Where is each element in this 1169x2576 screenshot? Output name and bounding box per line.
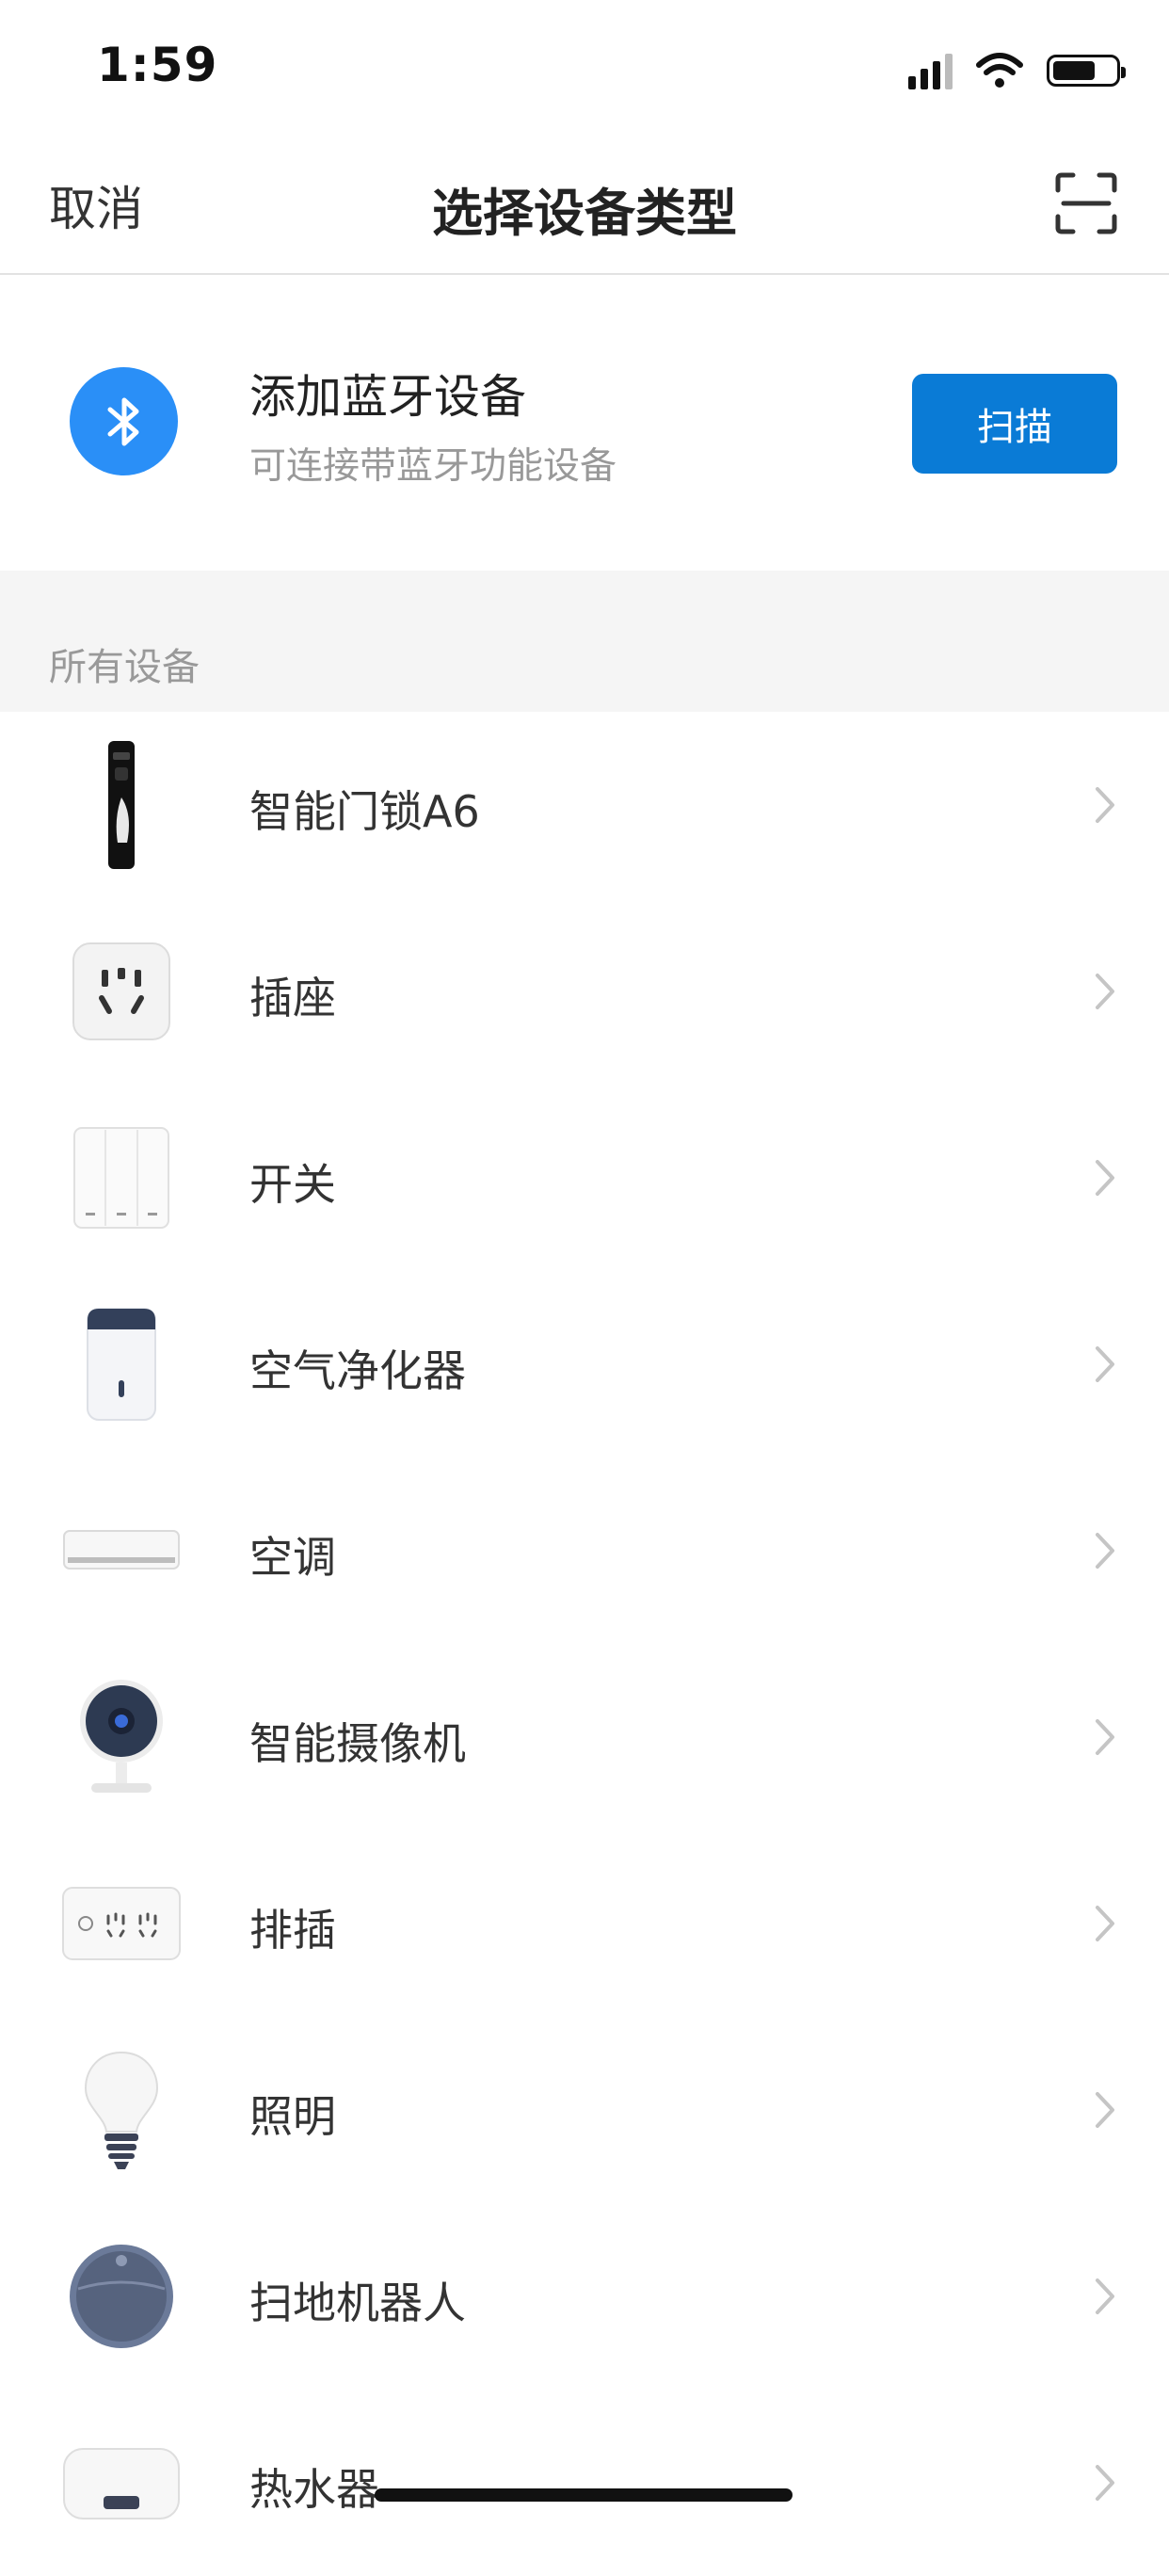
page-title: 选择设备类型: [432, 184, 737, 243]
bluetooth-add-section: 添加蓝牙设备 可连接带蓝牙功能设备 扫描: [0, 275, 1169, 571]
chevron-right-icon: [1096, 787, 1114, 823]
section-title: 所有设备: [49, 646, 200, 689]
device-name: 智能摄像机: [249, 1718, 466, 1769]
battery-icon: [1047, 55, 1126, 87]
status-icons: [908, 47, 1126, 94]
device-item-air-conditioner[interactable]: 空调: [0, 1457, 1169, 1644]
door-lock-icon: [60, 741, 183, 869]
status-time: 1:59: [97, 38, 218, 92]
device-name: 照明: [249, 2091, 336, 2142]
chevron-right-icon: [1096, 1160, 1114, 1196]
nav-bar: 取消 选择设备类型: [0, 141, 1169, 275]
chevron-right-icon: [1096, 1346, 1114, 1382]
device-item-socket[interactable]: 插座: [0, 898, 1169, 1085]
section-header: 所有设备: [0, 571, 1169, 712]
camera-icon: [60, 1676, 183, 1798]
device-item-camera[interactable]: 智能摄像机: [0, 1644, 1169, 1830]
chevron-right-icon: [1096, 2465, 1114, 2501]
device-item-power-strip[interactable]: 排插: [0, 1830, 1169, 2017]
chevron-right-icon: [1096, 974, 1114, 1009]
chevron-right-icon: [1096, 1719, 1114, 1755]
air-conditioner-icon: [60, 1489, 183, 1612]
chevron-right-icon: [1096, 2092, 1114, 2128]
status-bar: 1:59: [0, 0, 1169, 141]
home-indicator: [375, 2488, 793, 2502]
device-name: 扫地机器人: [249, 2278, 466, 2328]
chevron-right-icon: [1096, 2278, 1114, 2314]
wifi-icon: [976, 53, 1023, 88]
device-item-air-purifier[interactable]: 空气净化器: [0, 1271, 1169, 1457]
device-name: 热水器: [249, 2464, 379, 2515]
robot-vacuum-icon: [60, 2235, 183, 2358]
switch-icon: [60, 1117, 183, 1239]
chevron-right-icon: [1096, 1533, 1114, 1569]
device-name: 开关: [249, 1159, 336, 1210]
bluetooth-icon: [70, 367, 178, 475]
chevron-right-icon: [1096, 1906, 1114, 1941]
device-list: 智能门锁A6 插座 开关 空气净化器 空调 智能摄像机 排插 照明 扫地机器人 …: [0, 712, 1169, 2576]
device-name: 智能门锁A6: [249, 786, 480, 837]
scan-button[interactable]: 扫描: [912, 374, 1117, 474]
device-item-robot-vacuum[interactable]: 扫地机器人: [0, 2203, 1169, 2390]
device-item-lighting[interactable]: 照明: [0, 2017, 1169, 2203]
scan-frame-icon[interactable]: [1052, 169, 1120, 237]
water-heater-icon: [60, 2422, 183, 2544]
bulb-icon: [60, 2049, 183, 2171]
bluetooth-title: 添加蓝牙设备: [249, 370, 527, 424]
device-name: 排插: [249, 1905, 336, 1956]
device-name: 空调: [249, 1532, 336, 1583]
air-purifier-icon: [60, 1303, 183, 1425]
device-item-switch[interactable]: 开关: [0, 1085, 1169, 1271]
socket-icon: [60, 930, 183, 1053]
device-name: 空气净化器: [249, 1345, 466, 1396]
device-item-door-lock[interactable]: 智能门锁A6: [0, 712, 1169, 898]
bluetooth-subtitle: 可连接带蓝牙功能设备: [249, 445, 617, 488]
power-strip-icon: [60, 1862, 183, 1985]
device-item-water-heater[interactable]: 热水器: [0, 2390, 1169, 2576]
cellular-signal-icon: [908, 52, 953, 89]
device-name: 插座: [249, 973, 336, 1023]
